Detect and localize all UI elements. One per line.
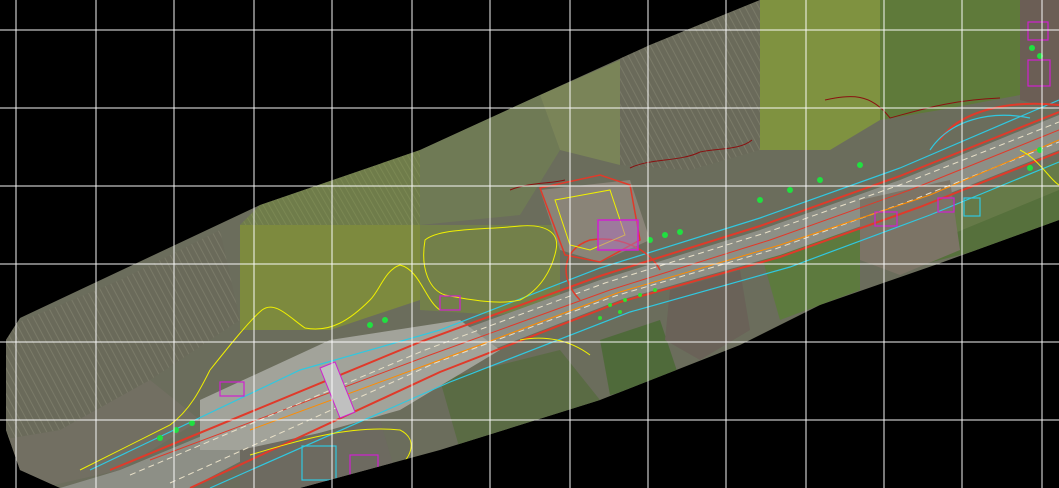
map-view[interactable] <box>0 0 1059 488</box>
map-canvas[interactable] <box>0 0 1059 488</box>
building-footprint <box>597 219 639 251</box>
field-parcel <box>760 0 880 150</box>
field-parcel <box>620 0 760 170</box>
field-parcel <box>240 150 420 225</box>
orthophoto-layer <box>6 0 1059 488</box>
